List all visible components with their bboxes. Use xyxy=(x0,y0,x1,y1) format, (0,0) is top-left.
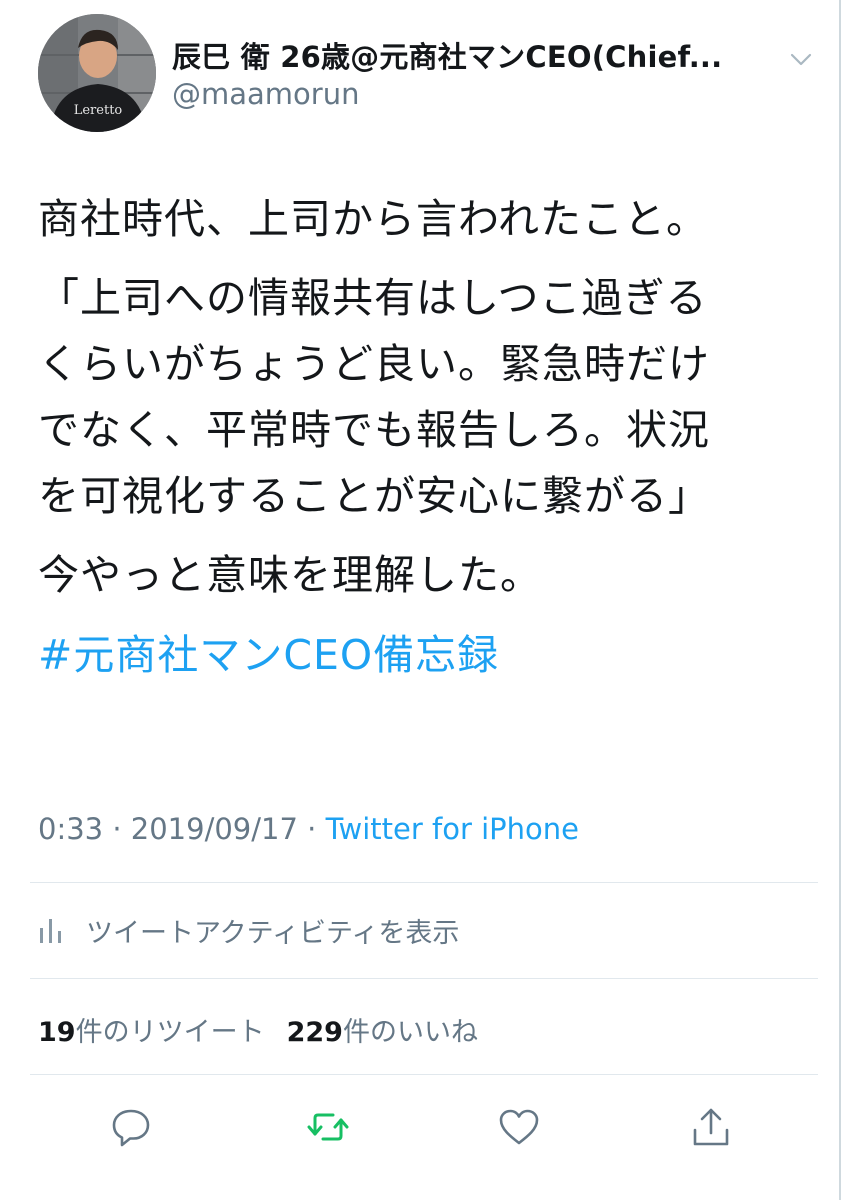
user-handle[interactable]: @maamorun xyxy=(172,77,359,111)
reply-button[interactable] xyxy=(108,1104,154,1150)
tweet-date: 2019/09/17 xyxy=(130,812,298,846)
avatar-shirt-text: Leretto xyxy=(74,103,123,118)
bar-chart-icon xyxy=(40,919,61,943)
like-button[interactable] xyxy=(496,1104,542,1150)
like-stat[interactable]: 229件のいいね xyxy=(287,1017,478,1048)
tweet-activity-link[interactable]: ツイートアクティビティを表示 xyxy=(38,910,459,950)
hashtag-link[interactable]: #元商社マンCEO備忘録 xyxy=(38,622,808,688)
display-name[interactable]: 辰巳 衛 26歳@元商社マンCEO(Chief... xyxy=(172,34,772,76)
heart-icon xyxy=(499,1109,539,1145)
tweet-meta: 0:33 · 2019/09/17 · Twitter for iPhone xyxy=(38,812,579,846)
tweet-stats: 19件のリツイート 229件のいいね xyxy=(38,1010,478,1049)
tweet-line: くらいがちょうど良い。緊急時だけ xyxy=(38,340,710,388)
tweet-line: を可視化することが安心に繋がる」 xyxy=(38,472,710,520)
action-bar xyxy=(0,1104,847,1154)
tweet-line: でなく、平常時でも報告しろ。状況 xyxy=(38,406,710,454)
share-button[interactable] xyxy=(688,1104,734,1150)
divider xyxy=(30,978,818,979)
tweet-time: 0:33 xyxy=(38,812,104,846)
scroll-edge xyxy=(839,0,841,1200)
retweet-button[interactable] xyxy=(305,1104,351,1150)
meta-separator: · xyxy=(297,812,326,846)
retweet-count-label: 件のリツイート xyxy=(75,1017,265,1048)
retweet-stat[interactable]: 19件のリツイート xyxy=(38,1017,265,1048)
like-count: 229 xyxy=(286,1017,343,1048)
tweet-line: 商社時代、上司から言われたこと。 xyxy=(38,195,708,243)
divider xyxy=(30,1074,818,1075)
like-count-label: 件のいいね xyxy=(342,1017,478,1048)
tweet-source-link[interactable]: Twitter for iPhone xyxy=(326,812,579,846)
share-icon xyxy=(693,1108,729,1146)
meta-separator: · xyxy=(103,812,131,846)
divider xyxy=(30,882,818,883)
retweet-count: 19 xyxy=(38,1017,76,1048)
retweet-icon xyxy=(307,1113,349,1141)
avatar[interactable]: Leretto xyxy=(38,14,156,132)
reply-icon xyxy=(112,1109,150,1147)
tweet-text: 商社時代、上司から言われたこと。 「上司への情報共有はしつこ過ぎる くらいがちょ… xyxy=(38,186,808,688)
tweet-activity-label: ツイートアクティビティを表示 xyxy=(86,917,460,949)
tweet-line: 「上司への情報共有はしつこ過ぎる xyxy=(38,274,708,322)
chevron-down-icon[interactable] xyxy=(786,44,816,74)
tweet-line: 今やっと意味を理解した。 xyxy=(38,551,542,599)
